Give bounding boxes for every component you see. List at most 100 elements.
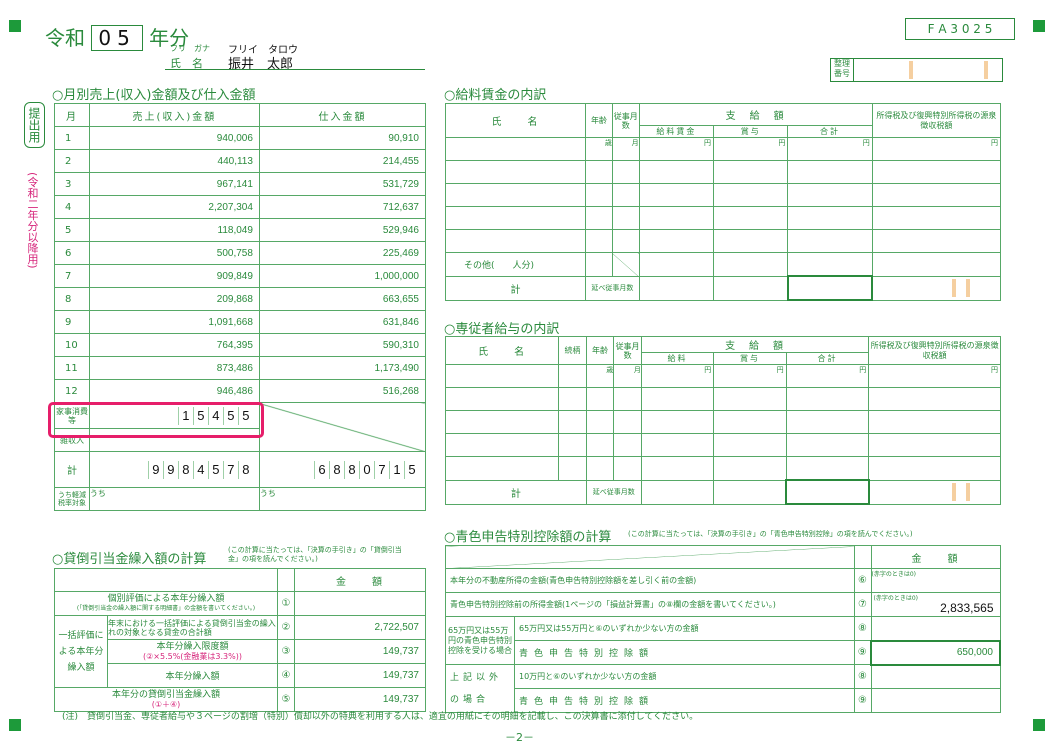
registration-mark [9, 719, 21, 731]
row-label: 青色申告特別控除前の所得金額(1ページの「損益計算書」の⑧欄の金額を書いてくださ… [445, 592, 855, 617]
digit: 4 [192, 460, 208, 479]
amount-cell[interactable]: 149,737 [294, 663, 426, 688]
withholding-total[interactable] [868, 479, 1001, 505]
digit: 7 [374, 460, 389, 479]
col-amount: 金 額 [294, 568, 426, 592]
yen-unit: 円 [991, 139, 998, 147]
salary-row-name[interactable] [444, 160, 587, 184]
row-label: 本年分繰入額 [107, 663, 278, 688]
sales-cell[interactable]: 440,113 [88, 149, 260, 173]
row-label: 10万円と⑥のいずれか少ない方の金額 [514, 664, 855, 689]
sales-cell[interactable]: 873,486 [88, 356, 260, 380]
purchase-cell[interactable]: 531,729 [258, 172, 427, 196]
row-label: 本年分の貸倒引当金繰入額 [111, 689, 220, 700]
sales-cell[interactable]: 500,758 [88, 241, 260, 265]
senju-row-name[interactable] [444, 364, 560, 388]
digit: 5 [207, 460, 223, 479]
uchi-sales[interactable]: うち [88, 487, 260, 511]
col-bonus: 賞与 [713, 352, 787, 365]
row-label: 本年分の不動産所得の金額(青色申告特別控除額を差し引く前の金額) [445, 568, 855, 593]
highlight-box [48, 402, 264, 438]
amount-cell[interactable]: 149,737 [294, 687, 426, 712]
salary-row-name[interactable] [444, 183, 587, 207]
withholding-total[interactable] [871, 275, 1002, 301]
year-box[interactable]: 05 [91, 25, 143, 51]
sales-cell[interactable]: 967,141 [88, 172, 260, 196]
digit: 8 [237, 460, 253, 479]
sales-cell[interactable]: 764,395 [88, 333, 260, 357]
sales-cell[interactable]: 1,091,668 [88, 310, 260, 334]
salary-row-name[interactable] [444, 229, 587, 253]
purchase-cell[interactable]: 590,310 [258, 333, 427, 357]
nobe-label: 延べ従事月数 [585, 479, 642, 505]
col-relation: 続柄 [558, 336, 587, 365]
uchi-purchase[interactable]: うち [258, 487, 427, 511]
row-number: ⑨ [853, 688, 872, 713]
senju-row-name[interactable] [444, 456, 560, 481]
amount-cell[interactable] [870, 688, 1001, 713]
registration-mark [9, 20, 21, 32]
purchase-cell[interactable]: 663,655 [258, 287, 427, 311]
purchase-cell[interactable]: 90,910 [258, 126, 427, 150]
sales-cell[interactable]: 946,486 [88, 379, 260, 403]
sales-cell[interactable]: 209,868 [88, 287, 260, 311]
col-amount: 金 額 [870, 545, 1001, 569]
month-unit: 月 [613, 364, 642, 388]
kashidaore-table: 金 額 個別評価による本年分繰入額 (「貸倒引当金の繰入額に関する明細書」の金額を… [54, 568, 426, 712]
sales-cell[interactable]: 2,207,304 [88, 195, 260, 219]
amount-cell[interactable]: 149,737 [294, 639, 426, 664]
purchase-cell[interactable]: 1,173,490 [258, 356, 427, 380]
purchase-blank [258, 402, 427, 452]
total-sales-field[interactable]: 9984578 [88, 451, 260, 488]
purchase-cell[interactable]: 225,469 [258, 241, 427, 265]
yen-unit: 円 [778, 139, 786, 147]
registration-mark [1033, 719, 1045, 731]
salary-row-name[interactable] [444, 137, 587, 161]
senju-row-name[interactable] [444, 410, 560, 434]
submit-label: 提出用 [24, 102, 45, 148]
purchase-cell[interactable]: 631,846 [258, 310, 427, 334]
purchase-cell[interactable]: 529,946 [258, 218, 427, 242]
furigana-label: フリ ガナ [170, 44, 210, 53]
seiri-number-field[interactable] [853, 58, 1003, 82]
total-purchase-field[interactable]: 6880715 [258, 451, 427, 488]
sales-cell[interactable]: 940,006 [88, 126, 260, 150]
amount-cell[interactable] [294, 591, 426, 616]
uchi-text: うち [259, 489, 276, 498]
yen-unit: 円 [991, 366, 998, 374]
row-number: ⑦ [853, 592, 872, 617]
sales-title: ○月別売上(収入)金額及び仕入金額 [52, 88, 256, 103]
era: 令和 [45, 26, 85, 50]
yen-unit: 円 [862, 139, 870, 147]
pre-note: (赤字のときは0) [871, 571, 917, 578]
digit: 8 [177, 460, 193, 479]
sales-cell[interactable]: 909,849 [88, 264, 260, 288]
amount-cell[interactable] [870, 664, 1001, 689]
row-number: ② [277, 615, 295, 640]
salary-row-name[interactable] [444, 206, 587, 230]
amount-cell[interactable]: 650,000 [870, 639, 1001, 666]
purchase-cell[interactable]: 214,455 [258, 149, 427, 173]
salary-table: 氏 名 年齢 従事月数 支 給 額 所得税及び復興特別所得税の源泉徴収税額 給料… [444, 103, 1002, 301]
row-number: ④ [277, 663, 295, 688]
senju-row-name[interactable] [444, 433, 560, 457]
purchase-cell[interactable]: 516,268 [258, 379, 427, 403]
senju-row-name[interactable] [444, 387, 560, 411]
amount-cell[interactable] [870, 616, 1001, 641]
amount-cell[interactable]: 2,722,507 [294, 615, 426, 640]
senju-table: 氏 名 続柄 年齢 従事月数 支 給 額 所得税及び復興特別所得税の源泉徴収税額… [444, 336, 1001, 505]
yen-unit: 円 [859, 366, 867, 374]
purchase-cell[interactable]: 1,000,000 [258, 264, 427, 288]
col-withholding: 所得税及び復興特別所得税の源泉徴収税額 [868, 336, 1001, 365]
col-total: 合計 [785, 352, 870, 365]
month-cell: 1 [54, 126, 90, 150]
registration-mark [1033, 20, 1045, 32]
month-cell: 12 [54, 379, 90, 403]
aoiro-title: ○青色申告特別控除額の計算 [444, 530, 612, 545]
purchase-cell[interactable]: 712,637 [258, 195, 427, 219]
sales-cell[interactable]: 118,049 [88, 218, 260, 242]
yen-unit: 円 [776, 366, 784, 374]
col-sales: 売上(収入)金額 [88, 103, 260, 127]
row-number: ⑧ [853, 616, 872, 641]
digit: 6 [314, 460, 329, 479]
